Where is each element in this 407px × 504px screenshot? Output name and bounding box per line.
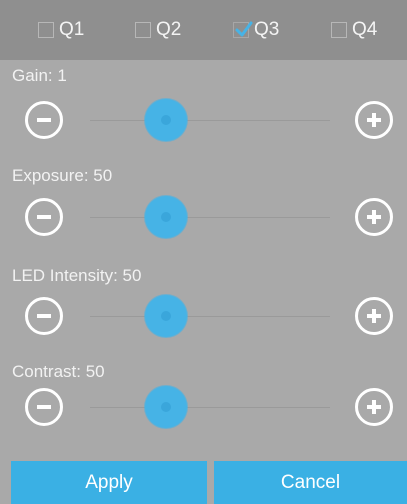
tab-q1-label: Q1 bbox=[59, 19, 85, 40]
led-intensity-decrease-button[interactable] bbox=[25, 297, 63, 335]
minus-circle-icon bbox=[37, 405, 51, 409]
gain-thumb-center bbox=[161, 115, 171, 125]
exposure-label: Exposure: 50 bbox=[12, 166, 113, 185]
gain-slider-track[interactable] bbox=[90, 120, 330, 121]
check-icon bbox=[235, 21, 253, 37]
exposure-slider-track[interactable] bbox=[90, 217, 330, 218]
contrast-slider-thumb[interactable] bbox=[145, 386, 187, 428]
minus-circle-icon bbox=[37, 314, 51, 318]
tab-q3[interactable]: Q3 bbox=[233, 0, 279, 60]
apply-button[interactable]: Apply bbox=[11, 461, 207, 504]
led-intensity-thumb-center bbox=[161, 311, 171, 321]
contrast-label: Contrast: 50 bbox=[12, 362, 105, 381]
gain-decrease-button[interactable] bbox=[25, 101, 63, 139]
contrast-increase-button[interactable] bbox=[355, 388, 393, 426]
exposure-thumb-center bbox=[161, 212, 171, 222]
contrast-thumb-center bbox=[161, 402, 171, 412]
led-intensity-slider-thumb[interactable] bbox=[145, 295, 187, 337]
plus-circle-icon bbox=[367, 400, 381, 414]
led-intensity-slider-track[interactable] bbox=[90, 316, 330, 317]
q4-checkbox[interactable] bbox=[331, 22, 347, 38]
led-intensity-increase-button[interactable] bbox=[355, 297, 393, 335]
camera-settings-panel: Q1 Q2 Q3 Q4 Gain: 1 Exposure: 50 LED Int… bbox=[0, 0, 407, 504]
plus-circle-icon bbox=[367, 309, 381, 323]
cancel-button[interactable]: Cancel bbox=[214, 461, 407, 504]
minus-circle-icon bbox=[37, 118, 51, 122]
gain-label: Gain: 1 bbox=[12, 66, 67, 85]
exposure-decrease-button[interactable] bbox=[25, 198, 63, 236]
gain-increase-button[interactable] bbox=[355, 101, 393, 139]
tab-q2[interactable]: Q2 bbox=[135, 0, 181, 60]
tab-q4-label: Q4 bbox=[352, 19, 378, 40]
plus-circle-icon bbox=[367, 210, 381, 224]
tab-q3-label: Q3 bbox=[254, 19, 280, 40]
contrast-slider-track[interactable] bbox=[90, 407, 330, 408]
contrast-decrease-button[interactable] bbox=[25, 388, 63, 426]
exposure-slider-thumb[interactable] bbox=[145, 196, 187, 238]
q3-checkbox[interactable] bbox=[233, 21, 253, 38]
tab-q1[interactable]: Q1 bbox=[38, 0, 84, 60]
gain-slider-thumb[interactable] bbox=[145, 99, 187, 141]
quadrant-tabbar: Q1 Q2 Q3 Q4 bbox=[0, 0, 407, 60]
q1-checkbox[interactable] bbox=[38, 22, 54, 38]
led-intensity-label: LED Intensity: 50 bbox=[12, 266, 142, 285]
q2-checkbox[interactable] bbox=[135, 22, 151, 38]
exposure-increase-button[interactable] bbox=[355, 198, 393, 236]
plus-circle-icon bbox=[367, 113, 381, 127]
tab-q2-label: Q2 bbox=[156, 19, 182, 40]
tab-q4[interactable]: Q4 bbox=[331, 0, 377, 60]
minus-circle-icon bbox=[37, 215, 51, 219]
